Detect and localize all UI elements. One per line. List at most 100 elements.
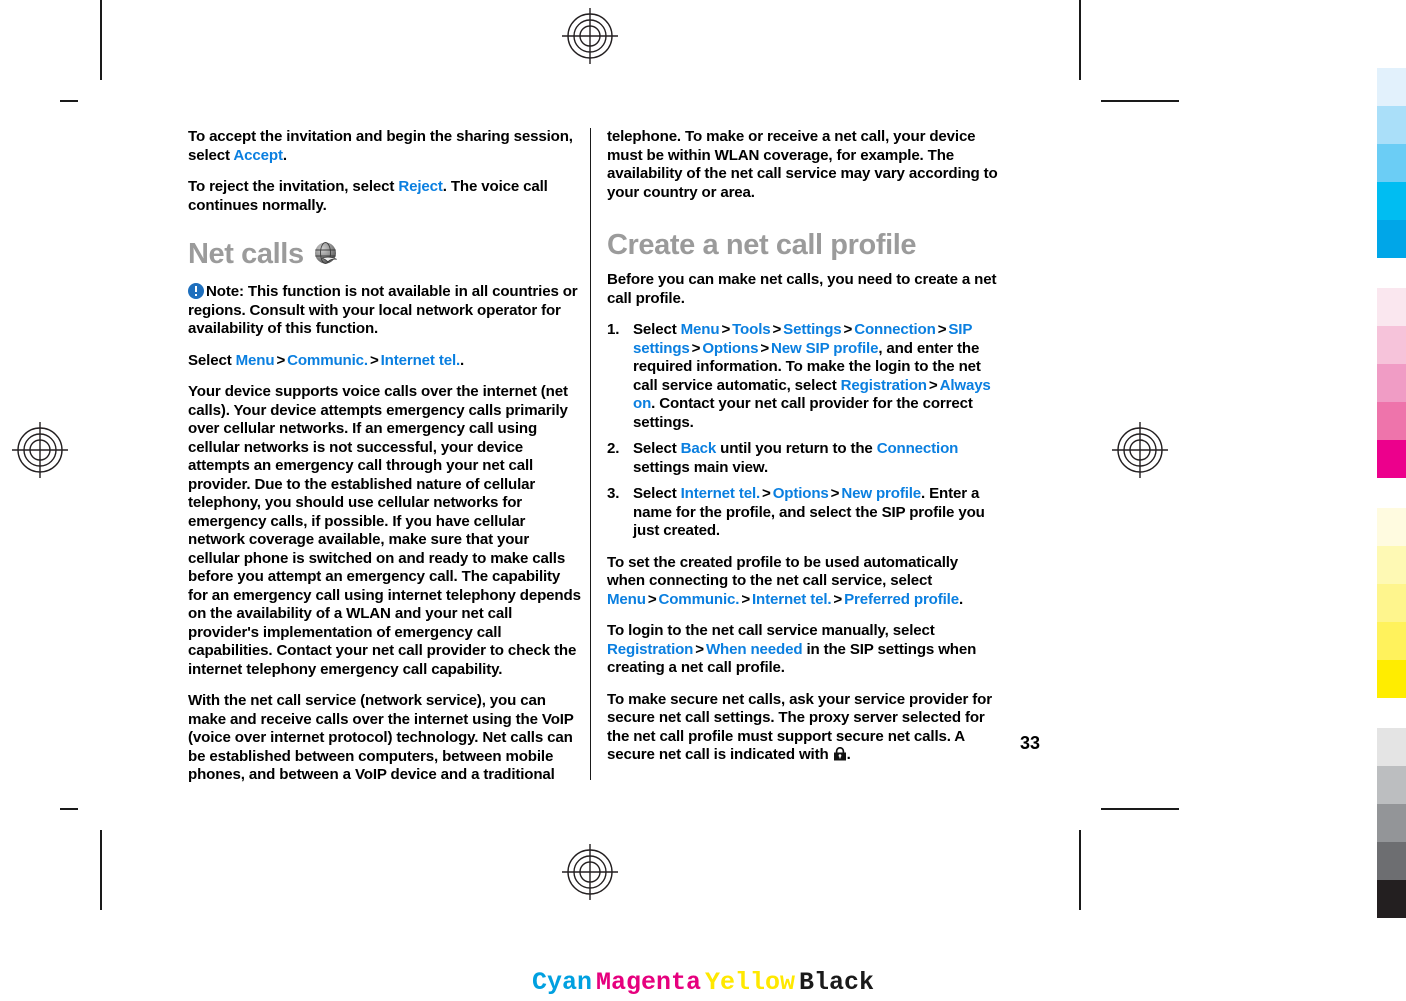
- select-suffix: .: [460, 351, 465, 369]
- ui-term[interactable]: Menu: [607, 591, 646, 608]
- crop-mark-bottom-right-vertical: [1079, 830, 1081, 910]
- ui-term[interactable]: Registration: [841, 377, 927, 394]
- swatch-group-yellow-ramp: [1377, 508, 1406, 698]
- ui-term[interactable]: Communic.: [658, 591, 739, 608]
- step-text: Select Menu > Tools > Settings > Connection > SI…: [633, 321, 991, 431]
- page-number: 33: [1020, 733, 1041, 753]
- body-text: To reject the invitation, select: [188, 178, 399, 195]
- body-text: until you return to the: [716, 440, 877, 457]
- crop-mark-top-left-horizontal: [60, 100, 78, 102]
- heading-create-net-call-profile-text: Create a net call profile: [607, 229, 917, 261]
- ui-term[interactable]: New SIP profile: [771, 340, 879, 357]
- ui-term[interactable]: When needed: [706, 641, 803, 658]
- color-swatch: [1377, 440, 1406, 478]
- column-divider-rule: [590, 128, 591, 780]
- color-swatch: [1377, 660, 1406, 698]
- ui-term[interactable]: Registration: [607, 641, 693, 658]
- paragraph-preferred-profile: To set the created profile to be used au…: [607, 554, 1000, 610]
- crop-mark-bottom-right-horizontal: [1101, 808, 1179, 810]
- registration-mark-left: [10, 420, 70, 480]
- crop-mark-top-left-vertical: [100, 0, 102, 80]
- list-item: 2. Select Back until you return to the C…: [607, 440, 1000, 477]
- body-text: To login to the net call service manuall…: [607, 622, 935, 639]
- heading-net-calls-text: Net calls: [188, 238, 304, 270]
- body-text: . Contact your net call provider for the…: [633, 395, 973, 431]
- step-text: Select Internet tel. > Options > New profile…: [633, 485, 985, 539]
- ui-term[interactable]: Options: [702, 340, 758, 357]
- color-name-cyan: Cyan: [531, 968, 592, 997]
- ui-term[interactable]: Internet tel.: [752, 591, 832, 608]
- color-swatch: [1377, 842, 1406, 880]
- ui-term[interactable]: Connection: [877, 440, 959, 457]
- color-swatch: [1377, 880, 1406, 918]
- color-swatch: [1377, 182, 1406, 220]
- color-swatch: [1377, 144, 1406, 182]
- color-swatch: [1377, 402, 1406, 440]
- color-swatch: [1377, 508, 1406, 546]
- paragraph-reject-invitation: To reject the invitation, select Reject.…: [188, 178, 581, 215]
- crop-mark-bottom-left-vertical: [100, 830, 102, 910]
- ui-term[interactable]: Tools: [732, 321, 771, 338]
- body-text: .: [282, 146, 287, 164]
- left-column: To accept the invitation and begin the s…: [188, 128, 581, 785]
- path-separator: >: [691, 339, 701, 357]
- path-separator: >: [937, 321, 947, 338]
- ui-term[interactable]: Settings: [783, 321, 841, 338]
- paragraph-profile-intro: Before you can make net calls, you need …: [607, 271, 997, 307]
- path-separator: >: [369, 351, 379, 369]
- ui-term[interactable]: Internet tel.: [681, 485, 761, 502]
- ui-term[interactable]: Preferred profile: [844, 591, 959, 608]
- step-number: 1.: [607, 321, 620, 338]
- list-item: 1. Select Menu > Tools > Settings > Connection…: [607, 321, 1000, 432]
- body-text: .: [846, 746, 851, 763]
- note-label: Note:: [206, 283, 244, 300]
- ui-term[interactable]: New profile: [841, 485, 921, 502]
- printed-page: To accept the invitation and begin the s…: [0, 0, 1406, 1001]
- registration-mark-right: [1110, 420, 1170, 480]
- color-name-magenta: Magenta: [595, 968, 701, 997]
- path-separator: >: [276, 351, 286, 369]
- paragraph-manual-login: To login to the net call service manuall…: [607, 622, 1000, 678]
- path-separator: >: [843, 321, 853, 338]
- color-swatch: [1377, 622, 1406, 660]
- color-swatch: [1377, 326, 1406, 364]
- ui-term[interactable]: Options: [773, 485, 829, 502]
- ui-term[interactable]: Connection: [854, 321, 936, 338]
- list-item: 3. Select Internet tel. > Options > New prof…: [607, 485, 1000, 541]
- path-separator: >: [695, 640, 704, 658]
- create-profile-step-list: 1. Select Menu > Tools > Settings > Connection…: [607, 321, 1000, 541]
- note-exclamation-icon: [188, 283, 204, 299]
- paragraph-secure-net-calls: To make secure net calls, ask your servi…: [607, 691, 1000, 765]
- step-number: 3.: [607, 485, 620, 502]
- select-path-net-calls: Select Menu > Communic. > Internet tel..: [188, 352, 581, 371]
- body-text: Select: [633, 321, 681, 338]
- paragraph-voip-service: With the net call service (network servi…: [188, 692, 574, 783]
- select-prefix: Select: [188, 351, 236, 369]
- menu-path-item-communic[interactable]: Communic.: [287, 352, 368, 369]
- swatch-group-black-ramp: [1377, 728, 1406, 918]
- body-text: .: [958, 590, 964, 608]
- color-swatch: [1377, 106, 1406, 144]
- registration-mark-top: [560, 6, 620, 66]
- ui-term[interactable]: Reject: [398, 178, 443, 195]
- color-swatch: [1377, 546, 1406, 584]
- color-swatch: [1377, 804, 1406, 842]
- color-name-black: Black: [799, 968, 875, 997]
- path-separator: >: [928, 376, 938, 394]
- heading-create-net-call-profile: Create a net call profile: [607, 228, 1000, 262]
- body-text: Select: [633, 485, 681, 502]
- color-swatch: [1377, 68, 1406, 106]
- path-separator: >: [830, 485, 840, 502]
- menu-path-item-internet-tel[interactable]: Internet tel.: [381, 352, 461, 369]
- note-text: This function is not available in all co…: [188, 283, 578, 337]
- note-block: Note: This function is not available in …: [188, 283, 581, 339]
- menu-path-item-menu[interactable]: Menu: [236, 352, 275, 369]
- ui-term[interactable]: Menu: [681, 321, 720, 338]
- paragraph-accept-invitation: To accept the invitation and begin the s…: [188, 128, 581, 165]
- path-separator: >: [741, 590, 750, 608]
- path-separator: >: [760, 339, 769, 357]
- heading-net-calls: Net calls: [188, 237, 581, 271]
- ui-term[interactable]: Back: [681, 440, 717, 457]
- ui-term[interactable]: Accept: [233, 147, 283, 164]
- color-swatch: [1377, 766, 1406, 804]
